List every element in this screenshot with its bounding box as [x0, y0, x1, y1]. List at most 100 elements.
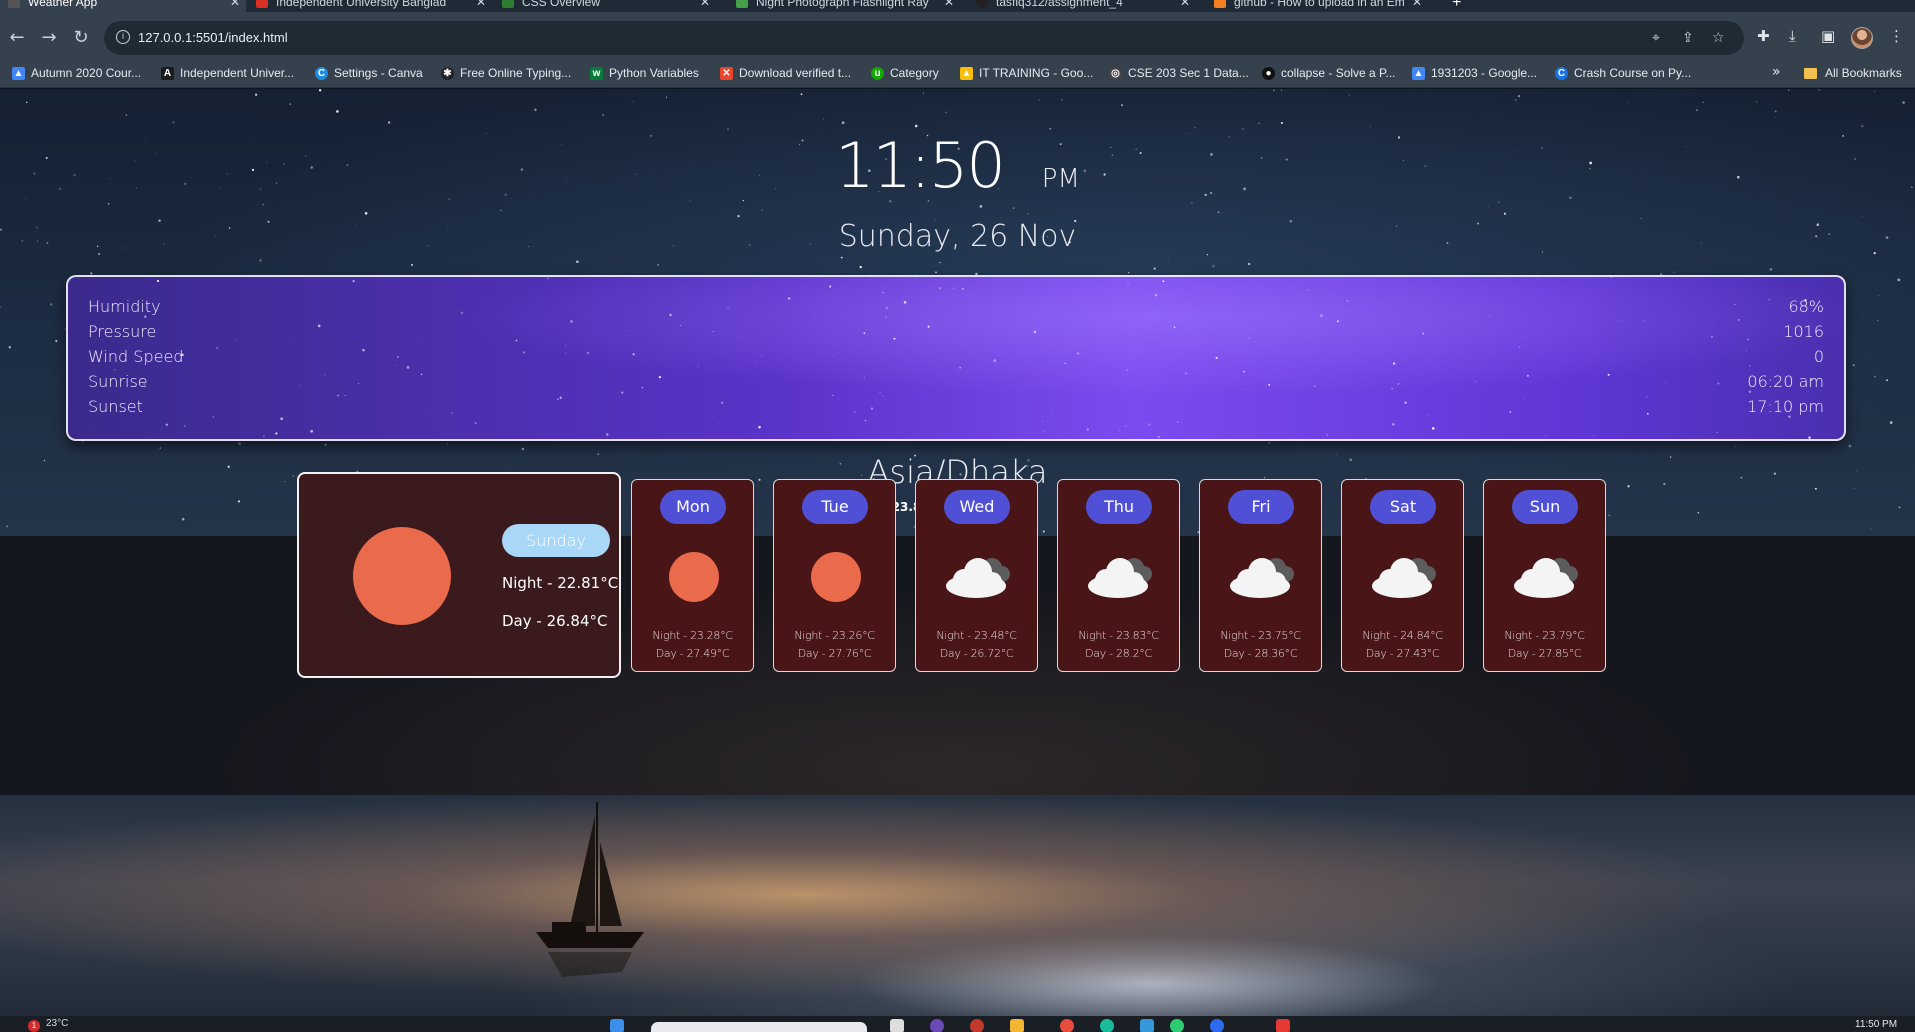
tab-independent-university[interactable]: Independent University Banglad ✕ [248, 0, 492, 12]
tab-weather-app[interactable]: Weather App ✕ [0, 0, 246, 12]
taskbar-search[interactable] [651, 1022, 867, 1032]
cloud-icon [1088, 558, 1152, 598]
image-icon [736, 0, 748, 8]
download-icon[interactable]: ⤓ [1789, 27, 1796, 45]
star [50, 303, 53, 306]
bookmark-item[interactable]: C Crash Course on Py... [1555, 66, 1691, 80]
star [1620, 319, 1622, 321]
bookmark-item[interactable]: ▲ Autumn 2020 Cour... [12, 66, 141, 80]
close-icon[interactable]: ✕ [944, 0, 954, 9]
star [1162, 280, 1165, 283]
bookmark-label: Independent Univer... [180, 66, 295, 80]
star [1897, 278, 1901, 282]
bookmark-item[interactable]: ◎ CSE 203 Sec 1 Data... [1109, 66, 1249, 80]
tab-strip: Weather App ✕ Independent University Ban… [0, 0, 1915, 12]
star [666, 96, 668, 98]
star [1280, 121, 1283, 125]
star [1148, 423, 1151, 426]
taskbar-app-icon[interactable] [1140, 1019, 1154, 1032]
side-panel-icon[interactable]: ▣ [1821, 27, 1835, 45]
star [1878, 295, 1880, 296]
bookmark-item[interactable]: C Settings - Canva [315, 66, 423, 80]
taskbar-app-icon[interactable] [1276, 1019, 1290, 1032]
close-icon[interactable]: ✕ [1412, 0, 1422, 9]
taskbar-weather[interactable]: 23°C [46, 1018, 68, 1029]
star [841, 121, 845, 125]
all-bookmarks-button[interactable]: All Bookmarks [1804, 66, 1902, 80]
close-icon[interactable]: ✕ [230, 0, 240, 9]
notification-badge: 1 [28, 1020, 40, 1032]
kebab-menu-icon[interactable]: ⋮ [1889, 27, 1904, 45]
cloud-icon [1230, 558, 1294, 598]
star [1061, 99, 1063, 101]
star [1043, 430, 1044, 432]
share-icon[interactable]: ⇪ [1682, 30, 1694, 46]
detail-value: 17:10 pm [1747, 397, 1824, 416]
star [1128, 271, 1130, 274]
bookmark-item[interactable]: ● collapse - Solve a P... [1262, 66, 1396, 80]
extensions-puzzle-icon[interactable]: ✚ [1757, 27, 1770, 45]
star [1503, 212, 1506, 215]
star [1735, 446, 1736, 448]
taskbar-app-icon[interactable] [1060, 1019, 1074, 1032]
close-icon[interactable]: ✕ [700, 0, 710, 9]
taskbar-app-icon[interactable] [1170, 1019, 1184, 1032]
tab-github-upload[interactable]: github - How to upload in an Em ✕ [1206, 0, 1428, 12]
star [1774, 116, 1776, 118]
bookmark-item[interactable]: ▲ IT TRAINING - Goo... [960, 66, 1093, 80]
forecast-night-temp: Night - 24.84°C [1362, 629, 1443, 642]
star [1206, 254, 1209, 256]
forecast-day-pill: Wed [944, 490, 1010, 524]
star [310, 429, 314, 433]
tab-css-overview[interactable]: CSS Overview ✕ [494, 0, 716, 12]
site-info-icon[interactable]: i [116, 30, 130, 44]
taskbar-app-icon[interactable] [890, 1019, 904, 1032]
star [1702, 101, 1704, 103]
taskbar-app-icon[interactable] [1100, 1019, 1114, 1032]
bookmark-label: Settings - Canva [334, 66, 423, 80]
tab-night-photograph[interactable]: Night Photograph Flashlight Ray ✕ [728, 0, 960, 12]
profile-avatar[interactable] [1851, 27, 1873, 49]
taskbar-app-icon[interactable] [1210, 1019, 1224, 1032]
star [322, 105, 324, 107]
back-arrow-icon[interactable]: ← [6, 27, 28, 49]
star [871, 278, 873, 280]
star [931, 426, 933, 427]
star [1877, 319, 1879, 322]
star [1027, 213, 1029, 215]
star [737, 214, 740, 218]
taskbar-app-icon[interactable] [930, 1019, 944, 1032]
bookmark-item[interactable]: u Category [871, 66, 939, 80]
close-icon[interactable]: ✕ [1180, 0, 1190, 9]
url-omnibox[interactable]: i 127.0.0.1:5501/index.html ⌖ ⇪ ☆ [104, 21, 1744, 55]
bookmark-item[interactable]: w Python Variables [590, 66, 699, 80]
url-text[interactable]: 127.0.0.1:5501/index.html [138, 30, 288, 45]
bookmarks-overflow-chevron[interactable]: » [1772, 64, 1781, 80]
taskbar-app-icon[interactable] [970, 1019, 984, 1032]
close-icon[interactable]: ✕ [476, 0, 486, 9]
star [1874, 375, 1876, 378]
bookmark-item[interactable]: A Independent Univer... [161, 66, 294, 80]
google-drive-icon: ▲ [960, 66, 973, 80]
tab-github-assignment[interactable]: tasfiq312/assignment_4 ✕ [968, 0, 1196, 12]
forecast-day-pill: Fri [1228, 490, 1294, 524]
gmail-icon [256, 0, 268, 8]
location-pin-icon[interactable]: ⌖ [1652, 30, 1660, 46]
star [107, 202, 110, 205]
star [822, 118, 824, 120]
reload-icon[interactable]: ↻ [70, 27, 92, 49]
bookmark-item[interactable]: ✕ Download verified t... [720, 66, 851, 80]
coursera-icon: C [1555, 66, 1568, 80]
bookmark-star-icon[interactable]: ☆ [1712, 30, 1725, 46]
taskbar-app-icon[interactable] [1010, 1019, 1024, 1032]
windows-start-icon[interactable] [610, 1019, 624, 1032]
star [336, 110, 339, 113]
star [1126, 368, 1129, 372]
bookmark-item[interactable]: ▲ 1931203 - Google... [1412, 66, 1537, 80]
forward-arrow-icon[interactable]: → [38, 27, 60, 49]
bookmark-item[interactable]: ✱ Free Online Typing... [441, 66, 571, 80]
new-tab-button[interactable]: + [1452, 0, 1461, 12]
star [263, 435, 265, 438]
sun-icon [669, 552, 719, 602]
detail-row-pressure: Pressure 1016 [88, 322, 1824, 344]
